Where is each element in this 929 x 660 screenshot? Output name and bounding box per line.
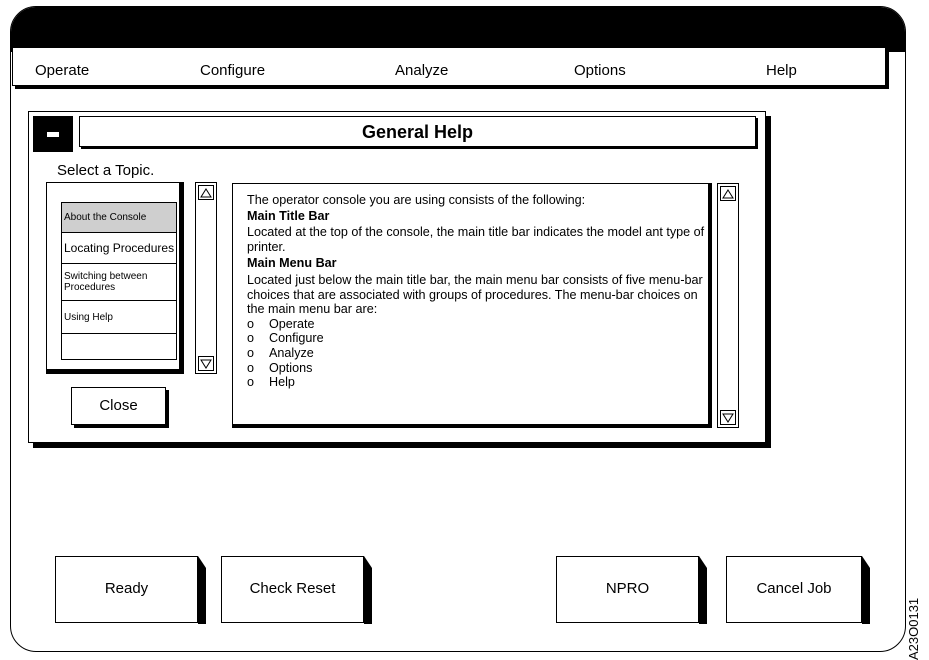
topic-list-items: About the Console Locating Procedures Sw… bbox=[61, 202, 177, 360]
triangle-down-icon bbox=[200, 359, 212, 369]
content-bullet: o Options bbox=[247, 360, 313, 375]
button-shadow bbox=[364, 556, 372, 624]
triangle-up-icon bbox=[722, 188, 734, 198]
scroll-up-button[interactable] bbox=[720, 186, 736, 201]
cancel-job-button-label: Cancel Job bbox=[756, 580, 832, 597]
cancel-job-button[interactable]: Cancel Job bbox=[726, 556, 870, 624]
scroll-up-button[interactable] bbox=[198, 185, 214, 200]
content-bullet: o Analyze bbox=[247, 345, 314, 360]
triangle-down-icon bbox=[722, 413, 734, 423]
button-shadow bbox=[699, 556, 707, 624]
main-title-bar bbox=[11, 7, 905, 52]
topic-list-scrollbar[interactable] bbox=[195, 182, 217, 374]
button-shadow bbox=[198, 556, 206, 624]
menu-operate[interactable]: Operate bbox=[35, 62, 89, 79]
menu-options[interactable]: Options bbox=[574, 62, 626, 79]
topic-locating-procedures[interactable]: Locating Procedures bbox=[62, 233, 176, 264]
content-heading-menu-bar: Main Menu Bar bbox=[247, 256, 337, 271]
figure-id-label: A23O0131 bbox=[906, 597, 921, 660]
content-bullet: o Help bbox=[247, 375, 295, 390]
menu-analyze[interactable]: Analyze bbox=[395, 62, 448, 79]
close-button[interactable]: Close bbox=[71, 387, 166, 425]
npro-button[interactable]: NPRO bbox=[556, 556, 707, 624]
content-bullet: o Configure bbox=[247, 331, 324, 346]
content-para-title-bar: Located at the top of the console, the m… bbox=[247, 225, 705, 254]
triangle-up-icon bbox=[200, 187, 212, 197]
topic-about-console[interactable]: About the Console bbox=[62, 203, 176, 233]
content-scrollbar[interactable] bbox=[717, 183, 739, 428]
button-shadow bbox=[862, 556, 870, 624]
scroll-down-button[interactable] bbox=[198, 356, 214, 371]
content-para-menu-bar: Located just below the main title bar, t… bbox=[247, 272, 703, 317]
topic-switching-procedures[interactable]: Switching between Procedures bbox=[62, 264, 176, 301]
npro-button-label: NPRO bbox=[605, 580, 650, 597]
system-menu-button[interactable] bbox=[33, 116, 73, 152]
topic-list: About the Console Locating Procedures Sw… bbox=[46, 182, 184, 374]
content-heading-title-bar: Main Title Bar bbox=[247, 208, 330, 223]
ready-button-label: Ready bbox=[104, 580, 149, 597]
minus-icon bbox=[47, 131, 59, 137]
content-intro: The operator console you are using consi… bbox=[247, 193, 586, 207]
topic-using-help[interactable]: Using Help bbox=[62, 301, 176, 334]
ready-button[interactable]: Ready bbox=[55, 556, 206, 624]
main-menu-bar: Operate Configure Analyze Options Help bbox=[12, 47, 886, 86]
help-content-pane: The operator console you are using consi… bbox=[232, 183, 712, 428]
scroll-down-button[interactable] bbox=[720, 410, 736, 425]
menu-help[interactable]: Help bbox=[766, 62, 797, 79]
dialog-title: General Help bbox=[79, 116, 756, 147]
topic-empty[interactable] bbox=[62, 334, 176, 361]
check-reset-button-label: Check Reset bbox=[249, 580, 336, 597]
menu-configure[interactable]: Configure bbox=[200, 62, 265, 79]
content-bullet: o Operate bbox=[247, 316, 315, 331]
select-topic-label: Select a Topic. bbox=[57, 162, 155, 179]
check-reset-button[interactable]: Check Reset bbox=[221, 556, 372, 624]
